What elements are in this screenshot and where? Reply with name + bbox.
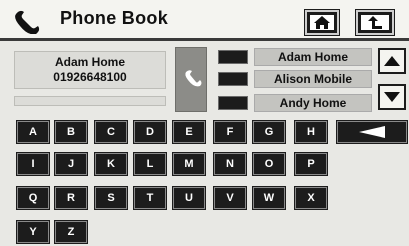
scroll-up-button[interactable] bbox=[378, 48, 406, 74]
key-g[interactable]: G bbox=[252, 120, 286, 144]
key-c[interactable]: C bbox=[94, 120, 128, 144]
header-divider bbox=[0, 38, 409, 41]
handset-icon bbox=[10, 6, 44, 35]
key-f[interactable]: F bbox=[213, 120, 247, 144]
key-t[interactable]: T bbox=[133, 186, 167, 210]
key-j[interactable]: J bbox=[54, 152, 88, 176]
backspace-arrow-icon bbox=[359, 126, 385, 138]
handset-icon bbox=[185, 70, 202, 87]
triangle-down-icon bbox=[384, 92, 400, 102]
key-d[interactable]: D bbox=[133, 120, 167, 144]
contact-number: 01926648100 bbox=[53, 70, 127, 84]
home-icon bbox=[314, 16, 330, 29]
key-p[interactable]: P bbox=[294, 152, 328, 176]
contact-list-item[interactable]: Andy Home bbox=[254, 94, 372, 112]
key-h[interactable]: H bbox=[294, 120, 328, 144]
number-entry-field bbox=[14, 96, 166, 106]
back-arrow-icon bbox=[368, 16, 382, 29]
selected-contact-card: Adam Home 01926648100 bbox=[14, 51, 166, 89]
scroll-down-button[interactable] bbox=[378, 84, 406, 110]
page-title: Phone Book bbox=[60, 8, 169, 28]
key-u[interactable]: U bbox=[172, 186, 206, 210]
key-v[interactable]: V bbox=[213, 186, 247, 210]
select-checkbox[interactable] bbox=[218, 50, 248, 64]
select-checkbox[interactable] bbox=[218, 96, 248, 110]
backspace-button[interactable] bbox=[336, 120, 408, 144]
select-checkbox[interactable] bbox=[218, 72, 248, 86]
key-q[interactable]: Q bbox=[16, 186, 50, 210]
call-button[interactable] bbox=[175, 47, 207, 112]
key-m[interactable]: M bbox=[172, 152, 206, 176]
key-s[interactable]: S bbox=[94, 186, 128, 210]
back-button[interactable] bbox=[356, 10, 394, 35]
key-r[interactable]: R bbox=[54, 186, 88, 210]
key-i[interactable]: I bbox=[16, 152, 50, 176]
contact-list-item[interactable]: Alison Mobile bbox=[254, 70, 372, 88]
key-e[interactable]: E bbox=[172, 120, 206, 144]
contact-list-item[interactable]: Adam Home bbox=[254, 48, 372, 66]
home-button[interactable] bbox=[305, 10, 339, 35]
key-b[interactable]: B bbox=[54, 120, 88, 144]
key-l[interactable]: L bbox=[133, 152, 167, 176]
key-k[interactable]: K bbox=[94, 152, 128, 176]
key-y[interactable]: Y bbox=[16, 220, 50, 244]
key-x[interactable]: X bbox=[294, 186, 328, 210]
key-w[interactable]: W bbox=[252, 186, 286, 210]
key-a[interactable]: A bbox=[16, 120, 50, 144]
key-o[interactable]: O bbox=[252, 152, 286, 176]
key-n[interactable]: N bbox=[213, 152, 247, 176]
triangle-up-icon bbox=[384, 56, 400, 66]
key-z[interactable]: Z bbox=[54, 220, 88, 244]
contact-name: Adam Home bbox=[54, 55, 125, 69]
